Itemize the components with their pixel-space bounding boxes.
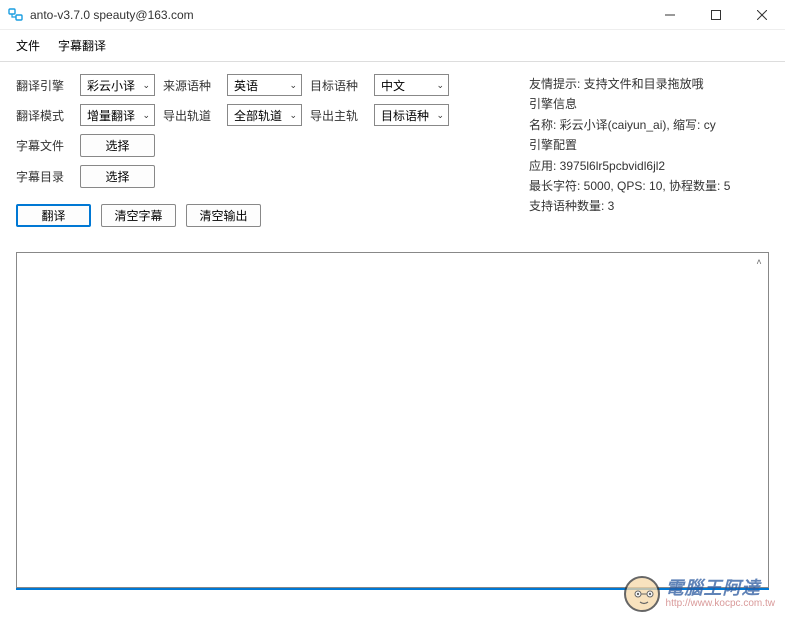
menu-subtitle-translate[interactable]: 字幕翻译 — [50, 34, 114, 57]
chevron-down-icon: ⌄ — [436, 110, 444, 121]
export-track-label: 导出轨道 — [163, 107, 219, 124]
maximize-button[interactable] — [693, 0, 739, 30]
export-main-value: 目标语种 — [381, 107, 429, 124]
chevron-down-icon: ⌄ — [142, 80, 150, 91]
clear-sub-button[interactable]: 清空字幕 — [101, 204, 176, 227]
watermark-title: 電腦王阿達 — [666, 579, 775, 599]
scroll-up-icon[interactable]: ˄ — [752, 255, 766, 269]
translate-button-label: 翻译 — [41, 207, 65, 224]
source-lang-select[interactable]: 英语 ⌄ — [227, 74, 302, 96]
choose-dir-label: 选择 — [105, 168, 129, 185]
chevron-down-icon: ⌄ — [142, 110, 150, 121]
source-lang-label: 来源语种 — [163, 77, 219, 94]
window-controls — [647, 0, 785, 29]
mode-select-value: 增量翻译 — [87, 107, 135, 124]
sub-file-label: 字幕文件 — [16, 137, 72, 154]
watermark-url: http://www.kocpc.com.tw — [666, 598, 775, 609]
sub-dir-label: 字幕目录 — [16, 168, 72, 185]
output-textarea[interactable]: ˄ — [16, 252, 769, 588]
watermark: 電腦王阿達 http://www.kocpc.com.tw — [624, 576, 775, 612]
menu-file[interactable]: 文件 — [8, 34, 48, 57]
clear-sub-label: 清空字幕 — [114, 207, 162, 224]
export-main-select[interactable]: 目标语种 ⌄ — [374, 104, 449, 126]
tip-text: 友情提示: 支持文件和目录拖放哦 — [529, 74, 769, 94]
export-track-value: 全部轨道 — [234, 107, 282, 124]
engine-name-line: 名称: 彩云小译(caiyun_ai), 缩写: cy — [529, 115, 769, 135]
limit-line: 最长字符: 5000, QPS: 10, 协程数量: 5 — [529, 176, 769, 196]
app-id-line: 应用: 3975l6lr5pcbvidl6jl2 — [529, 156, 769, 176]
app-icon — [8, 7, 24, 23]
menubar: 文件 字幕翻译 — [0, 30, 785, 62]
chevron-down-icon: ⌄ — [436, 80, 444, 91]
lang-count-line: 支持语种数量: 3 — [529, 196, 769, 216]
info-panel: 友情提示: 支持文件和目录拖放哦 引擎信息 名称: 彩云小译(caiyun_ai… — [469, 74, 769, 227]
window-title: anto-v3.7.0 speauty@163.com — [30, 8, 647, 22]
translate-button[interactable]: 翻译 — [16, 204, 91, 227]
minimize-button[interactable] — [647, 0, 693, 30]
target-lang-label: 目标语种 — [310, 77, 366, 94]
left-panel: 翻译引擎 彩云小译 ⌄ 来源语种 英语 ⌄ 目标语种 中文 ⌄ 翻译模式 — [16, 74, 449, 227]
close-button[interactable] — [739, 0, 785, 30]
engine-info-title: 引擎信息 — [529, 94, 769, 114]
clear-output-button[interactable]: 清空输出 — [186, 204, 261, 227]
mode-label: 翻译模式 — [16, 107, 72, 124]
choose-file-button[interactable]: 选择 — [80, 134, 155, 157]
target-lang-value: 中文 — [381, 77, 405, 94]
engine-config-title: 引擎配置 — [529, 135, 769, 155]
clear-output-label: 清空输出 — [199, 207, 247, 224]
source-lang-value: 英语 — [234, 77, 258, 94]
mode-select[interactable]: 增量翻译 ⌄ — [80, 104, 155, 126]
engine-select-value: 彩云小译 — [87, 77, 135, 94]
export-main-label: 导出主轨 — [310, 107, 366, 124]
choose-file-label: 选择 — [105, 137, 129, 154]
titlebar: anto-v3.7.0 speauty@163.com — [0, 0, 785, 30]
watermark-face-icon — [624, 576, 660, 612]
export-track-select[interactable]: 全部轨道 ⌄ — [227, 104, 302, 126]
content-area: 翻译引擎 彩云小译 ⌄ 来源语种 英语 ⌄ 目标语种 中文 ⌄ 翻译模式 — [0, 62, 785, 239]
engine-select[interactable]: 彩云小译 ⌄ — [80, 74, 155, 96]
choose-dir-button[interactable]: 选择 — [80, 165, 155, 188]
chevron-down-icon: ⌄ — [289, 110, 297, 121]
chevron-down-icon: ⌄ — [289, 80, 297, 91]
engine-label: 翻译引擎 — [16, 77, 72, 94]
target-lang-select[interactable]: 中文 ⌄ — [374, 74, 449, 96]
